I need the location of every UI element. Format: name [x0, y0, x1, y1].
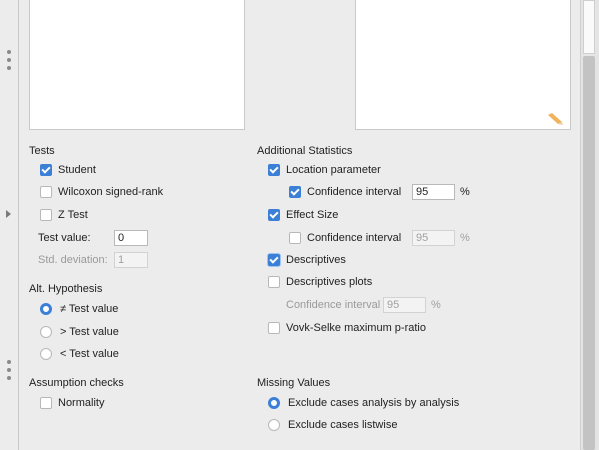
descriptives-label: Descriptives: [286, 254, 346, 266]
vovk-sellke-label: Vovk-Selke maximum p-ratio: [286, 322, 426, 334]
descriptives-plots-checkbox[interactable]: [268, 276, 280, 288]
alt-hypothesis-title: Alt. Hypothesis: [29, 283, 103, 295]
pencil-icon: [548, 113, 563, 125]
normality-label: Normality: [58, 397, 105, 409]
student-label: Student: [58, 164, 96, 176]
location-parameter-label: Location parameter: [286, 164, 381, 176]
radio-greater-label: > Test value: [60, 326, 119, 338]
drag-handle-icon[interactable]: [6, 360, 12, 384]
left-divider: [18, 0, 19, 450]
location-ci-label: Confidence interval: [307, 186, 402, 198]
assumption-checks-title: Assumption checks: [29, 377, 124, 389]
drag-handle-icon[interactable]: [6, 50, 12, 74]
radio-not-equal-button[interactable]: [40, 303, 52, 315]
effect-ci-row[interactable]: Confidence interval %: [289, 229, 470, 247]
plots-ci-percent: %: [431, 299, 441, 311]
plots-ci-row: Confidence interval %: [286, 296, 441, 314]
scrollbar-top: [583, 0, 595, 54]
std-deviation-label: Std. deviation:: [38, 254, 108, 266]
student-checkbox-row[interactable]: Student: [40, 161, 96, 179]
radio-less[interactable]: < Test value: [40, 345, 119, 363]
plots-ci-label: Confidence interval: [286, 299, 381, 311]
z-test-checkbox-row[interactable]: Z Test: [40, 206, 88, 224]
effect-ci-label: Confidence interval: [307, 232, 402, 244]
normality-checkbox-row[interactable]: Normality: [40, 394, 104, 412]
missing-values-title: Missing Values: [257, 377, 331, 389]
radio-less-button[interactable]: [40, 348, 52, 360]
student-checkbox[interactable]: [40, 164, 52, 176]
location-ci-input[interactable]: [412, 184, 455, 200]
expand-arrow-icon[interactable]: [6, 210, 11, 218]
radio-exclude-analysis[interactable]: Exclude cases analysis by analysis: [268, 394, 459, 412]
variables-list[interactable]: [29, 0, 245, 130]
plots-ci-input[interactable]: [383, 297, 426, 313]
descriptives-plots-label: Descriptives plots: [286, 276, 373, 288]
vovk-sellke-checkbox[interactable]: [268, 322, 280, 334]
radio-greater-button[interactable]: [40, 326, 52, 338]
radio-not-equal[interactable]: ≠ Test value: [40, 300, 118, 318]
effect-size-checkbox[interactable]: [268, 209, 280, 221]
wilcoxon-checkbox-row[interactable]: Wilcoxon signed-rank: [40, 183, 163, 201]
radio-exclude-listwise-button[interactable]: [268, 419, 280, 431]
z-test-checkbox[interactable]: [40, 209, 52, 221]
effect-size-label: Effect Size: [286, 209, 339, 221]
test-value-label: Test value:: [38, 232, 91, 244]
std-deviation-row: Std. deviation:: [38, 251, 148, 269]
normality-checkbox[interactable]: [40, 397, 52, 409]
test-value-input[interactable]: [114, 230, 148, 246]
location-ci-row[interactable]: Confidence interval %: [289, 183, 470, 201]
wilcoxon-checkbox[interactable]: [40, 186, 52, 198]
radio-exclude-analysis-button[interactable]: [268, 397, 280, 409]
location-parameter-row[interactable]: Location parameter: [268, 161, 381, 179]
radio-not-equal-label: ≠ Test value: [60, 303, 119, 315]
vovk-sellke-row[interactable]: Vovk-Selke maximum p-ratio: [268, 319, 426, 337]
descriptives-checkbox[interactable]: [268, 254, 280, 266]
effect-size-row[interactable]: Effect Size: [268, 206, 338, 224]
std-deviation-input[interactable]: [114, 252, 148, 268]
radio-exclude-listwise[interactable]: Exclude cases listwise: [268, 416, 397, 434]
location-ci-percent: %: [460, 186, 470, 198]
radio-less-label: < Test value: [60, 348, 119, 360]
descriptives-plots-row[interactable]: Descriptives plots: [268, 273, 372, 291]
location-ci-checkbox[interactable]: [289, 186, 301, 198]
location-parameter-checkbox[interactable]: [268, 164, 280, 176]
tests-title: Tests: [29, 145, 55, 157]
scrollbar-thumb[interactable]: [583, 56, 595, 450]
additional-statistics-title: Additional Statistics: [257, 145, 353, 157]
effect-ci-percent: %: [460, 232, 470, 244]
effect-ci-input[interactable]: [412, 230, 455, 246]
wilcoxon-label: Wilcoxon signed-rank: [58, 186, 164, 198]
radio-greater[interactable]: > Test value: [40, 323, 119, 341]
assigned-variables-list[interactable]: [355, 0, 571, 130]
test-value-row: Test value:: [38, 229, 148, 247]
descriptives-row[interactable]: Descriptives: [268, 251, 346, 269]
effect-ci-checkbox[interactable]: [289, 232, 301, 244]
radio-exclude-analysis-label: Exclude cases analysis by analysis: [288, 397, 460, 409]
z-test-label: Z Test: [58, 209, 88, 221]
radio-exclude-listwise-label: Exclude cases listwise: [288, 419, 398, 431]
